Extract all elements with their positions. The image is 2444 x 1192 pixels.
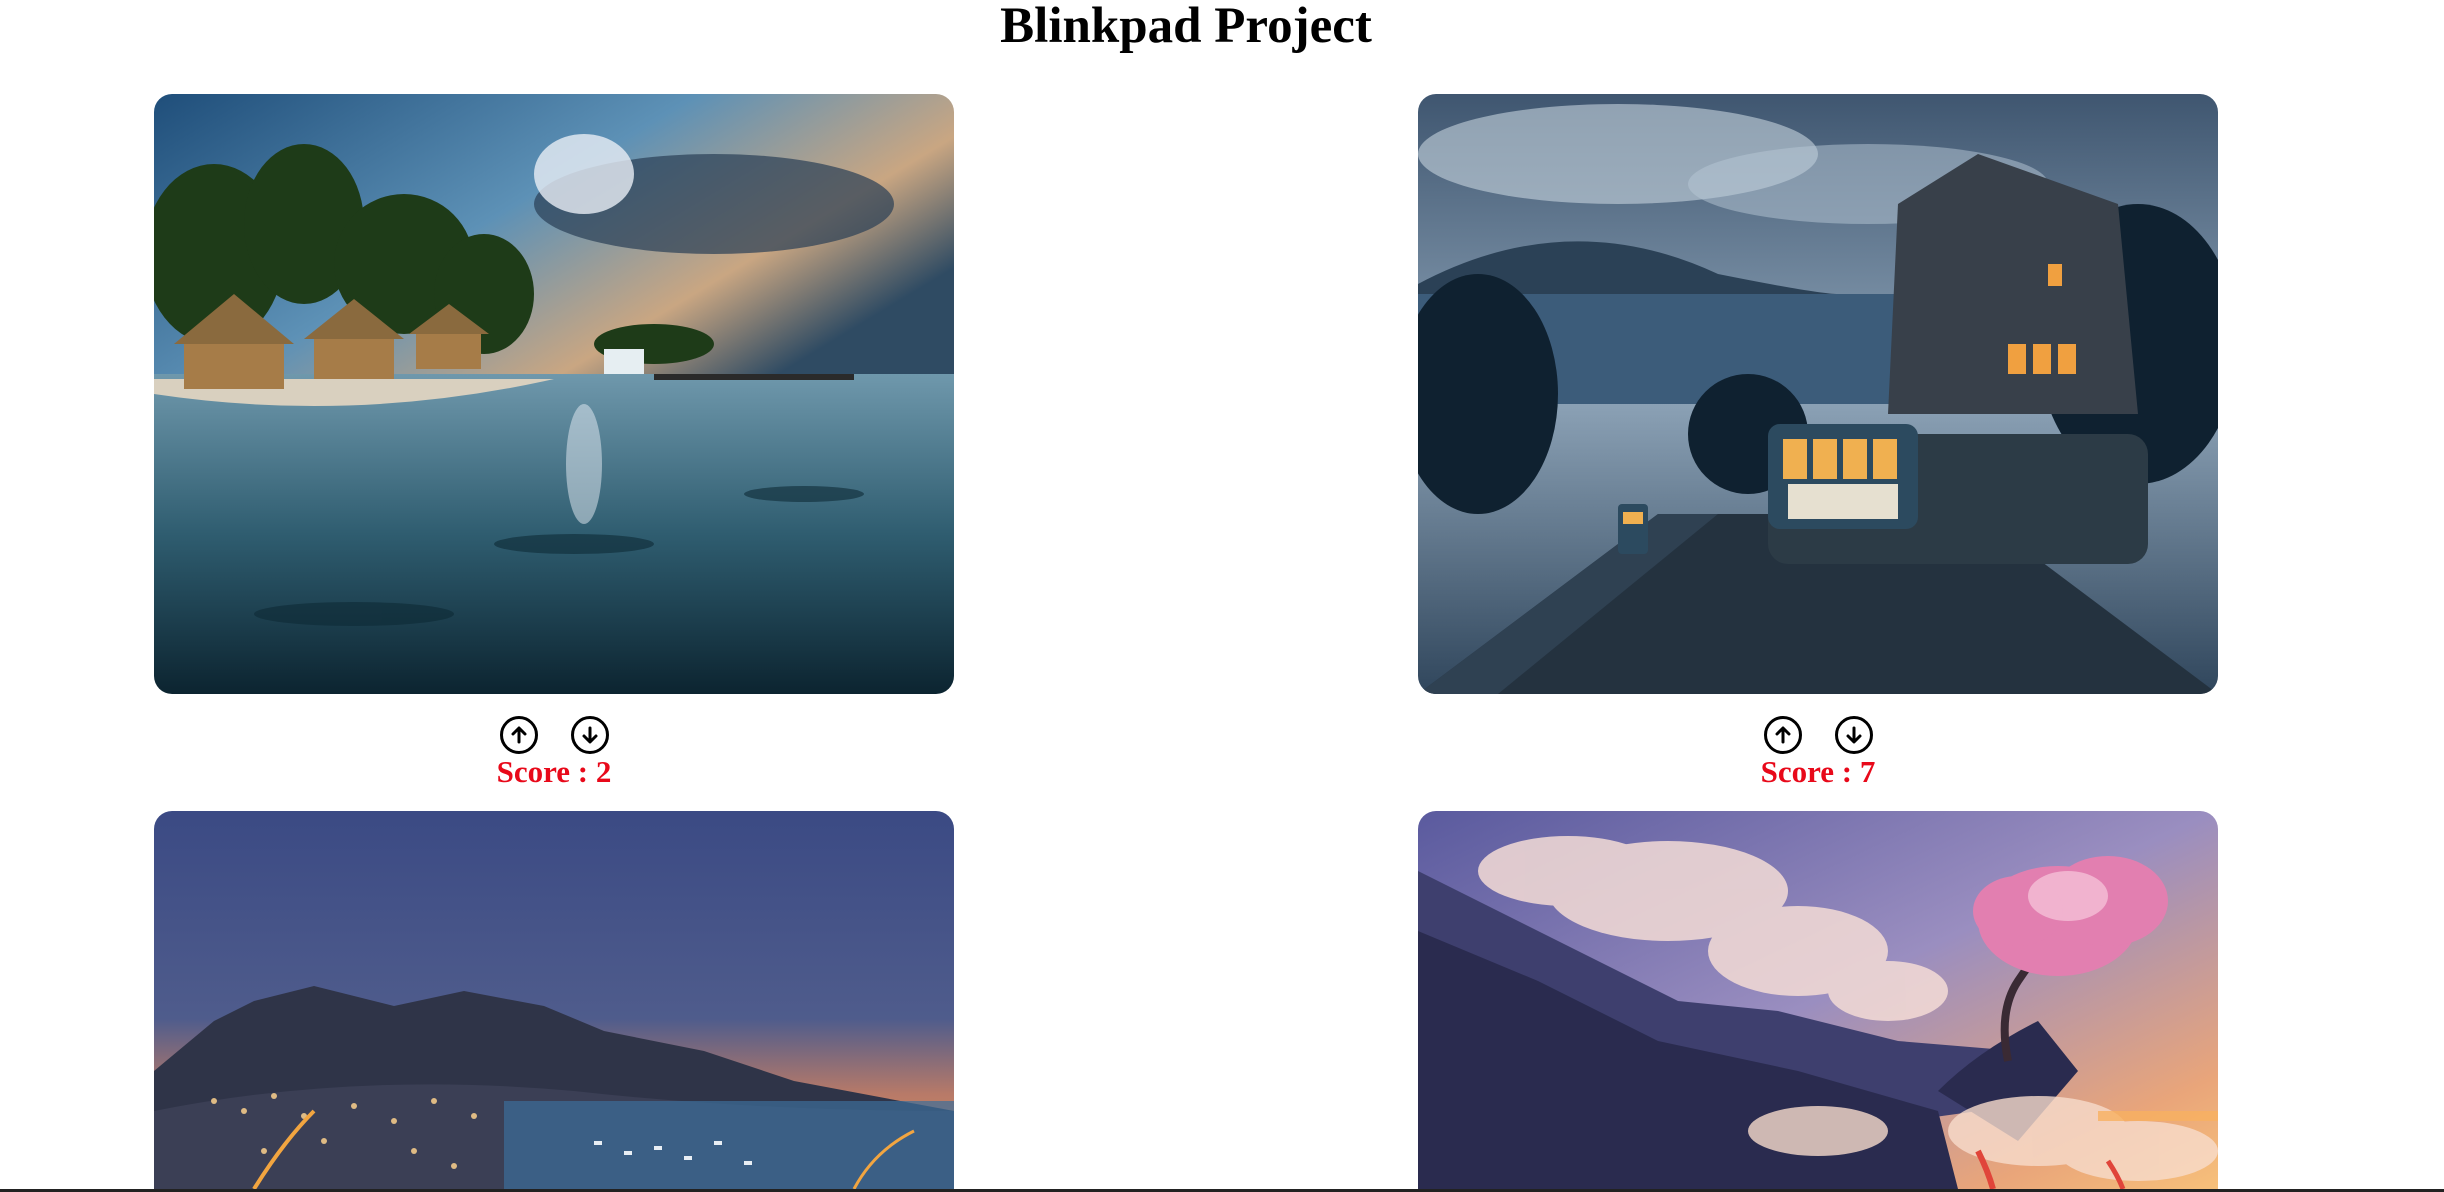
post-card: Score : 2 [154, 94, 954, 789]
post-card: Score : 7 [1418, 94, 2218, 789]
page: Blinkpad Project Score: 2 Score: 7 [0, 0, 2444, 1192]
arrow-up-circle-icon[interactable] [499, 716, 538, 754]
post-card [1418, 811, 2218, 1189]
post-image[interactable] [1418, 811, 2218, 1189]
score-label: Score : 2 [496, 754, 612, 789]
post-image[interactable] [154, 94, 954, 694]
arrow-down-circle-icon[interactable] [570, 716, 609, 754]
post-image[interactable] [1418, 94, 2218, 694]
page-title: Blinkpad Project [1000, 0, 1372, 54]
arrow-down-circle-icon[interactable] [1834, 716, 1873, 754]
post-card [154, 811, 954, 1189]
arrow-up-circle-icon[interactable] [1763, 716, 1802, 754]
score-label: Score : 7 [1760, 754, 1876, 789]
post-image[interactable] [154, 811, 954, 1189]
